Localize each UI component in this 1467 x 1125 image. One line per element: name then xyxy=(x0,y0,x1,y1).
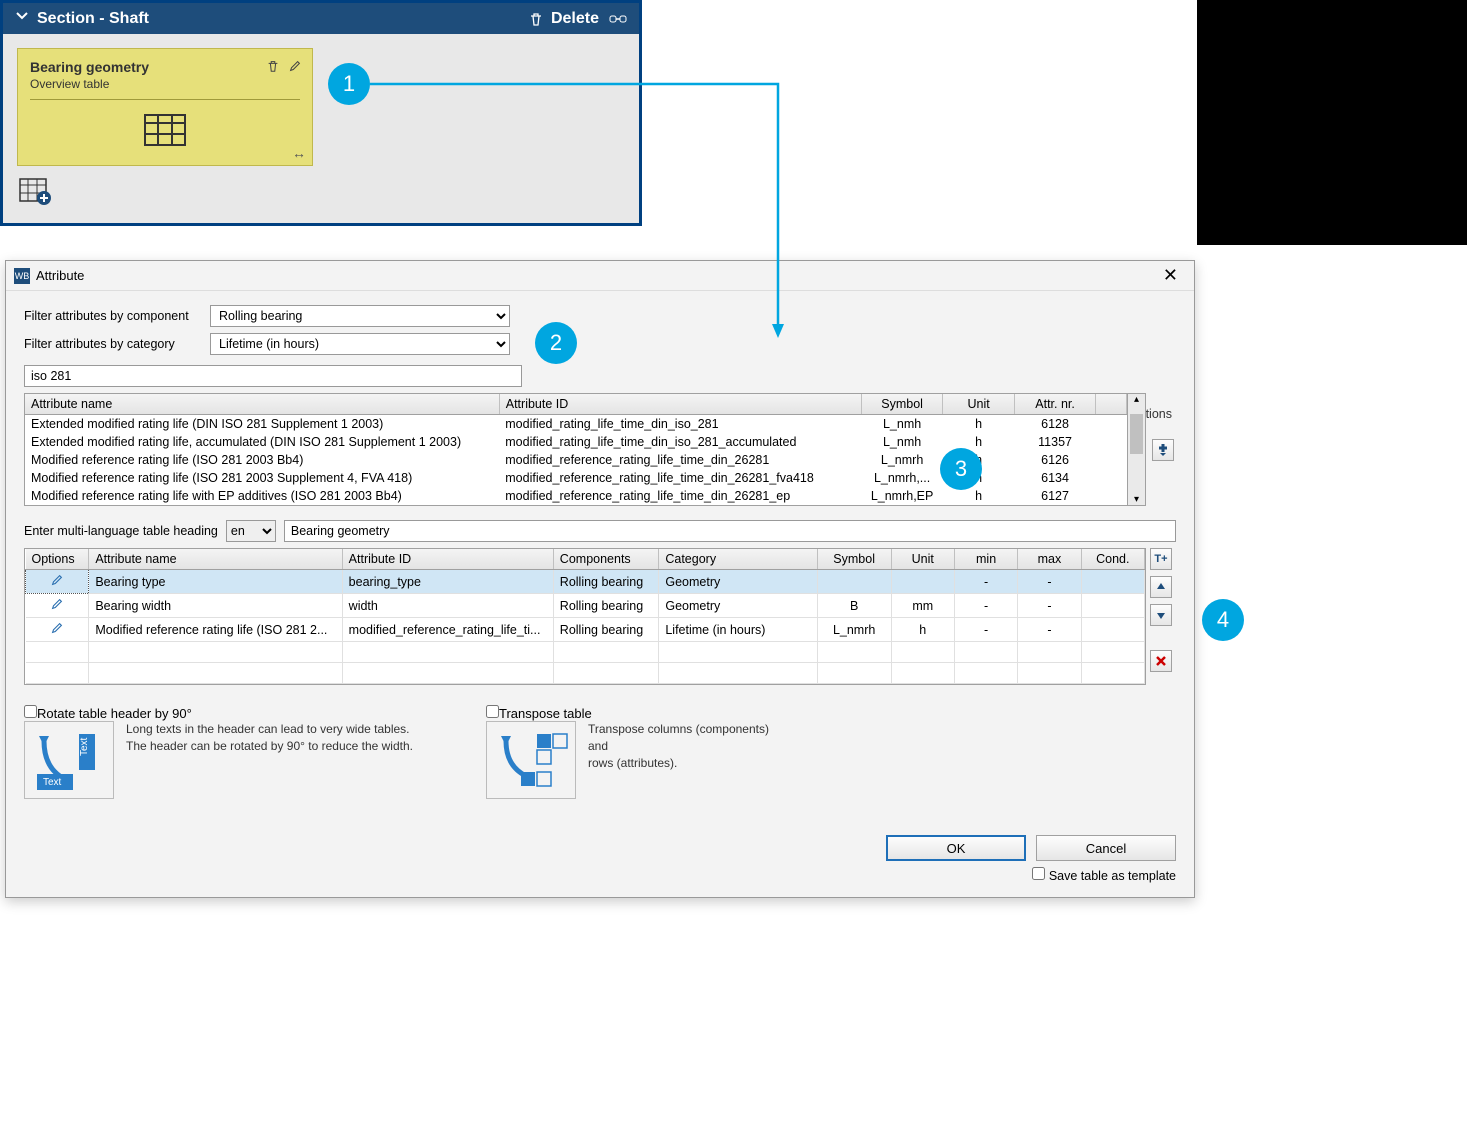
col-symbol[interactable]: Symbol xyxy=(861,394,943,415)
svg-text:Text: Text xyxy=(43,777,62,788)
rotate-header-checkbox[interactable]: Rotate table header by 90° xyxy=(24,706,192,721)
cancel-button[interactable]: Cancel xyxy=(1036,835,1176,861)
col-name[interactable]: Attribute name xyxy=(25,394,499,415)
transpose-description: Transpose columns (components) and rows … xyxy=(588,721,769,771)
callout-badge-2: 2 xyxy=(535,322,577,364)
selected-attributes-grid[interactable]: Options Attribute name Attribute ID Comp… xyxy=(24,548,1146,685)
attribute-dialog: WB Attribute ✕ Filter attributes by comp… xyxy=(5,260,1195,898)
section-panel: Section - Shaft Delete Bearing geometry … xyxy=(0,0,642,226)
move-up-button[interactable] xyxy=(1150,576,1172,598)
col-name[interactable]: Attribute name xyxy=(89,549,342,570)
chevron-down-icon[interactable] xyxy=(15,9,29,28)
add-attribute-button[interactable] xyxy=(1152,439,1174,461)
col-id[interactable]: Attribute ID xyxy=(499,394,861,415)
link-icon[interactable] xyxy=(609,10,627,28)
table-row[interactable]: Bearing widthwidthRolling bearingGeometr… xyxy=(26,594,1145,618)
card-title: Bearing geometry xyxy=(30,59,300,75)
overview-card[interactable]: Bearing geometry Overview table ↔ xyxy=(17,48,313,166)
save-template-checkbox[interactable]: Save table as template xyxy=(1032,869,1176,883)
dialog-titlebar: WB Attribute ✕ xyxy=(6,261,1194,291)
ok-button[interactable]: OK xyxy=(886,835,1026,861)
filter-category-label: Filter attributes by category xyxy=(24,337,202,351)
section-title: Section - Shaft xyxy=(37,10,527,28)
table-icon xyxy=(30,108,300,159)
filter-category-select[interactable]: Lifetime (in hours) xyxy=(210,333,510,355)
table-row[interactable]: Modified reference rating life (ISO 281 … xyxy=(26,618,1145,642)
col-nr[interactable]: Attr. nr. xyxy=(1014,394,1096,415)
col-unit[interactable]: Unit xyxy=(891,549,954,570)
col-id[interactable]: Attribute ID xyxy=(342,549,553,570)
delete-label[interactable]: Delete xyxy=(551,10,599,28)
filter-component-label: Filter attributes by component xyxy=(24,309,202,323)
col-symbol[interactable]: Symbol xyxy=(817,549,891,570)
rotate-description: Long texts in the header can lead to ver… xyxy=(126,721,426,755)
table-row[interactable]: Bearing typebearing_typeRolling bearingG… xyxy=(26,570,1145,594)
rotate-graphic: Text Text xyxy=(24,721,114,799)
col-max[interactable]: max xyxy=(1018,549,1081,570)
card-subtitle: Overview table xyxy=(30,77,300,91)
remove-button[interactable] xyxy=(1150,650,1172,672)
app-icon: WB xyxy=(14,268,30,284)
dialog-title: Attribute xyxy=(36,268,1155,283)
table-row[interactable] xyxy=(26,642,1145,663)
transpose-checkbox[interactable]: Transpose table xyxy=(486,706,592,721)
col-options[interactable]: Options xyxy=(26,549,89,570)
transpose-graphic xyxy=(486,721,576,799)
filter-component-select[interactable]: Rolling bearing xyxy=(210,305,510,327)
close-icon[interactable]: ✕ xyxy=(1155,265,1186,286)
add-table-button[interactable] xyxy=(17,176,53,208)
col-components[interactable]: Components xyxy=(553,549,659,570)
section-header: Section - Shaft Delete xyxy=(3,3,639,34)
heading-label: Enter multi-language table heading xyxy=(24,524,218,538)
col-min[interactable]: min xyxy=(954,549,1017,570)
table-row[interactable] xyxy=(26,663,1145,684)
scrollbar[interactable]: ▴ ▾ xyxy=(1128,393,1146,506)
col-cond[interactable]: Cond. xyxy=(1081,549,1144,570)
col-category[interactable]: Category xyxy=(659,549,817,570)
callout-badge-1: 1 xyxy=(328,63,370,105)
callout-badge-4: 4 xyxy=(1202,599,1244,641)
move-down-button[interactable] xyxy=(1150,604,1172,626)
trash-icon[interactable] xyxy=(527,10,545,28)
resize-handle-icon[interactable]: ↔ xyxy=(292,145,306,161)
edit-icon[interactable] xyxy=(286,57,304,75)
heading-lang-select[interactable]: en xyxy=(226,520,276,542)
search-input[interactable] xyxy=(24,365,522,387)
svg-text:Text: Text xyxy=(79,737,90,756)
trash-icon[interactable] xyxy=(264,57,282,75)
add-column-button[interactable]: T+ xyxy=(1150,548,1172,570)
col-unit[interactable]: Unit xyxy=(943,394,1014,415)
heading-input[interactable] xyxy=(284,520,1176,542)
table-row[interactable]: Extended modified rating life (DIN ISO 2… xyxy=(25,415,1127,434)
callout-badge-3: 3 xyxy=(940,448,982,490)
